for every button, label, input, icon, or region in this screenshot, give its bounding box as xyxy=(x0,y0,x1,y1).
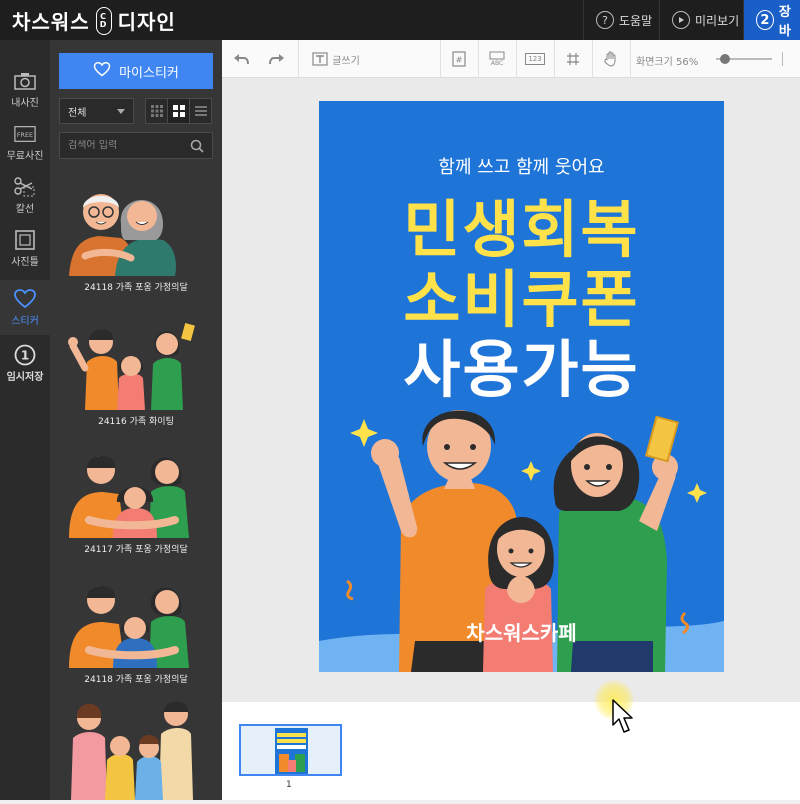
family-illustration[interactable] xyxy=(319,101,724,672)
barcode-icon xyxy=(489,51,505,60)
svg-text:1: 1 xyxy=(21,348,29,362)
chevron-down-icon xyxy=(117,109,125,114)
page-number: 1 xyxy=(286,780,292,790)
svg-text:FREE: FREE xyxy=(17,130,33,138)
sticker-caption: 24118 가족 포옹 가정의달 xyxy=(84,675,188,685)
grid-toggle-button[interactable] xyxy=(554,40,592,78)
sticker-thumbnail xyxy=(59,178,213,278)
camera-icon xyxy=(14,71,36,91)
small-grid-icon xyxy=(150,105,163,117)
preview-label: 미리보기 xyxy=(695,13,740,28)
nav-frame[interactable]: 사진틀 xyxy=(0,221,50,276)
toolbar-divider xyxy=(298,40,299,78)
number-one-icon: 1 xyxy=(14,344,36,365)
search-icon[interactable] xyxy=(190,139,204,156)
grid-icon xyxy=(567,53,579,65)
step-number-icon: 2 xyxy=(756,10,774,30)
free-photo-icon: FREE xyxy=(14,124,36,144)
zoom-readout: 화면크기 56% xyxy=(636,57,699,68)
sticker-item[interactable]: 24117 가족 포옹 가정의달 xyxy=(59,440,213,555)
frame-icon xyxy=(14,229,36,250)
top-bar: 차스워스 C D 디자인 ? 도움말 미리보기 2 장바 xyxy=(0,0,800,40)
app-logo[interactable]: 차스워스 C D 디자인 xyxy=(12,6,176,35)
page-thumbnail-preview xyxy=(275,728,308,774)
logo-badge: C D xyxy=(95,6,112,35)
list-icon xyxy=(194,106,207,116)
text-tool-button[interactable]: 글쓰기 xyxy=(306,40,366,78)
nav-free-photos[interactable]: FREE 무료사진 xyxy=(0,115,50,170)
sticker-thumbnail xyxy=(59,440,213,540)
preview-button[interactable]: 미리보기 xyxy=(659,0,743,40)
help-button[interactable]: ? 도움말 xyxy=(583,0,669,40)
cart-button[interactable]: 2 장바 xyxy=(743,0,800,40)
redo-icon xyxy=(269,54,284,65)
number-box-icon: 123 xyxy=(525,53,545,65)
search-box xyxy=(59,132,213,159)
number-tool-button[interactable]: 123 xyxy=(516,40,554,78)
my-sticker-button[interactable]: 마이스티커 xyxy=(59,53,213,89)
help-label: 도움말 xyxy=(619,13,653,28)
zoom-slider-handle[interactable] xyxy=(720,54,730,64)
sticker-panel: 마이스티커 전체 검색어 입력 24118 가족 포옹 가정의달 24116 가… xyxy=(50,40,222,800)
sticker-item[interactable]: 24118 가족 포옹 가정의달 xyxy=(59,178,213,293)
large-grid-icon xyxy=(172,105,185,117)
nav-sticker[interactable]: 스티커 xyxy=(0,280,50,335)
sticker-thumbnail xyxy=(59,570,213,670)
mouse-cursor-icon xyxy=(612,699,634,739)
poster-brand[interactable]: 차스워스카페 xyxy=(319,617,724,646)
redo-button[interactable] xyxy=(262,40,292,78)
undo-button[interactable] xyxy=(226,40,256,78)
logo-text-left: 차스워스 xyxy=(12,10,90,34)
sticker-caption: 24117 가족 포옹 가정의달 xyxy=(84,545,188,555)
svg-text:#: # xyxy=(456,56,463,65)
left-nav: 내사진 FREE 무료사진 칼선 사진틀 스티커 1 임시저장 xyxy=(0,40,50,800)
question-icon: ? xyxy=(596,11,614,29)
cart-label: 장바 xyxy=(778,5,791,39)
heart-outline-icon xyxy=(93,61,111,81)
scissors-icon xyxy=(14,176,36,197)
heart-icon xyxy=(14,288,36,309)
sticker-thumbnail xyxy=(59,688,213,800)
nav-my-photos[interactable]: 내사진 xyxy=(0,62,50,117)
undo-icon xyxy=(234,54,249,65)
logo-text-right: 디자인 xyxy=(117,10,176,34)
nav-cutline[interactable]: 칼선 xyxy=(0,168,50,223)
sticker-caption: 24116 가족 화이팅 xyxy=(98,417,174,427)
hash-document-icon: # xyxy=(452,51,466,67)
zoom-slider[interactable] xyxy=(716,54,772,64)
play-icon xyxy=(672,11,690,29)
pan-tool-button[interactable] xyxy=(592,40,630,78)
view-list-button[interactable] xyxy=(189,98,212,124)
sticker-item[interactable] xyxy=(59,688,213,800)
hand-icon xyxy=(604,51,616,67)
search-input[interactable] xyxy=(68,140,188,151)
view-large-grid-button[interactable] xyxy=(167,98,190,124)
sticker-item[interactable]: 24116 가족 화이팅 xyxy=(59,312,213,427)
design-page[interactable]: 함께 쓰고 함께 웃어요 민생회복 소비쿠폰 사용가능 차스워스카페 xyxy=(319,101,724,672)
page-thumbnail[interactable] xyxy=(239,724,342,776)
page-strip: 1 xyxy=(222,702,800,800)
qr-tool-button[interactable]: # xyxy=(440,40,478,78)
sticker-thumbnail xyxy=(59,312,213,412)
editor-toolbar: 글쓰기 # ABC 123 xyxy=(222,40,800,78)
category-select[interactable]: 전체 xyxy=(59,98,134,124)
nav-temp-save[interactable]: 1 임시저장 xyxy=(0,336,50,391)
sticker-item[interactable]: 24118 가족 포옹 가정의달 xyxy=(59,570,213,685)
barcode-tool-button[interactable]: ABC xyxy=(478,40,516,78)
toolbar-divider xyxy=(630,40,631,78)
view-small-grid-button[interactable] xyxy=(145,98,168,124)
sticker-caption: 24118 가족 포옹 가정의달 xyxy=(84,283,188,293)
text-box-icon xyxy=(312,52,328,66)
slider-end-mark xyxy=(782,52,783,66)
